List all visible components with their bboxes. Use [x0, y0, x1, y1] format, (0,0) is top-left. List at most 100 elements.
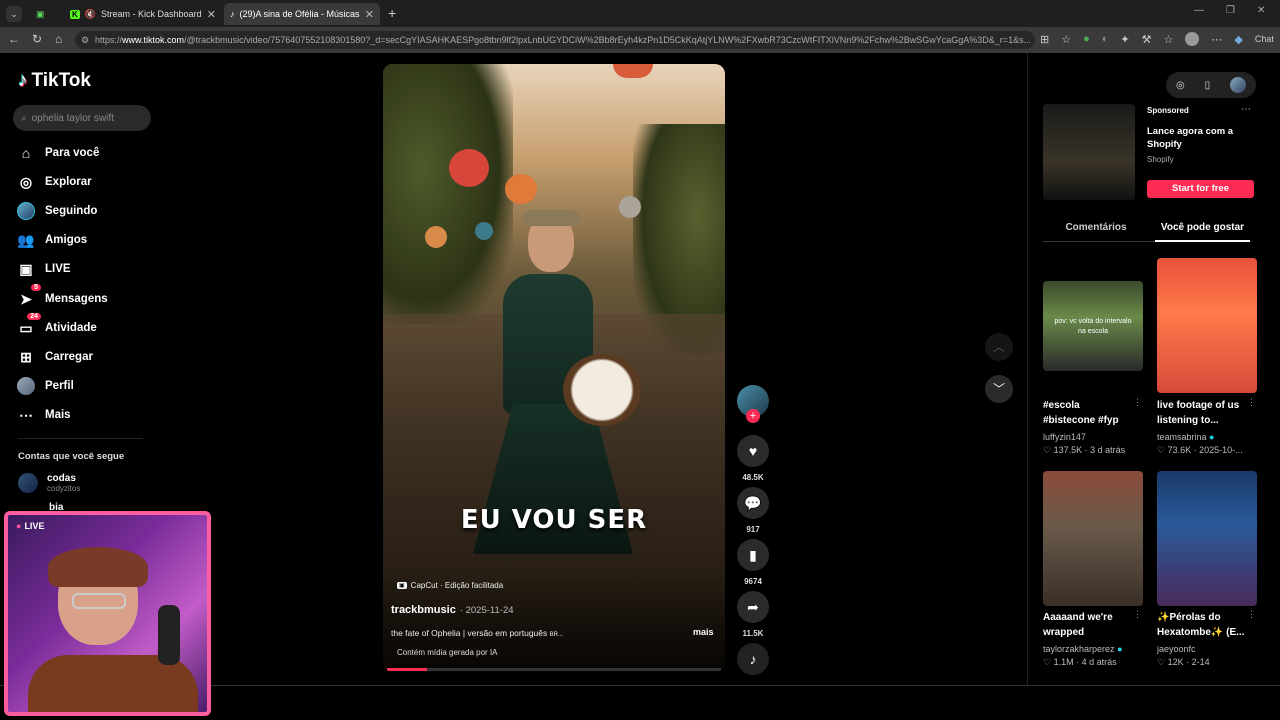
site-info-icon[interactable]: ⚙ — [81, 35, 89, 46]
top-right-controls: ◎ ▯ — [1166, 72, 1256, 98]
tiktok-logo[interactable]: ♪ TikTok — [18, 70, 91, 92]
extension-icon[interactable]: ● — [1083, 33, 1090, 45]
nav-label: Para você — [45, 147, 100, 159]
ad-cta-button[interactable]: Start for free — [1147, 180, 1254, 198]
nav-item-mensagens[interactable]: ➤ 5 Mensagens — [17, 284, 108, 310]
card-title[interactable]: ✨Pérolas do Hexatombe✨ (E... — [1157, 610, 1247, 640]
window-controls: — ❐ ✕ — [1194, 5, 1265, 16]
url-field[interactable]: ⚙ https://www.tiktok.com/@trackbmusic/vi… — [75, 31, 1035, 49]
new-tab-button[interactable]: + — [388, 5, 396, 21]
progress-track[interactable] — [387, 668, 721, 671]
lantern — [475, 222, 493, 240]
chat-button[interactable]: Chat — [1255, 34, 1274, 44]
card-stats: ♡ 137.5K · 3 d atrás — [1043, 445, 1125, 456]
tab-pinned[interactable]: ▣ — [30, 3, 60, 25]
webcam-overlay: ● LIVE — [4, 511, 211, 716]
menu-dots-icon[interactable]: ⋯ — [1211, 33, 1222, 46]
heart-icon: ♥ — [737, 435, 769, 467]
copilot-icon[interactable]: ◆ — [1234, 33, 1242, 46]
close-window-icon[interactable]: ✕ — [1257, 5, 1265, 16]
sound-disc-button[interactable]: ♪ — [737, 643, 769, 675]
favorites-icon[interactable]: ☆ — [1164, 33, 1174, 46]
tab-tiktok[interactable]: ♪ (29)A sina de Ofélia - Músicas de ✕ — [224, 3, 380, 25]
restore-icon[interactable]: ❐ — [1226, 5, 1235, 16]
lantern — [619, 196, 641, 218]
card-thumbnail[interactable] — [1043, 471, 1143, 606]
card-stats: ♡ 1.1M · 4 d atrás — [1043, 657, 1117, 668]
logo-text: TikTok — [31, 70, 91, 91]
card-stats-text: 73.6K · 2025-10-... — [1167, 445, 1243, 455]
ai-content-label: Contém mídia gerada por IA — [397, 648, 498, 657]
nav-item-mais[interactable]: ⋯ Mais — [17, 404, 71, 426]
share-button[interactable]: ➦ 11.5K — [737, 591, 769, 638]
nav-item-perfil[interactable]: Perfil — [17, 375, 74, 397]
card-title[interactable]: #escola #bistecone #fyp — [1043, 398, 1133, 428]
nav-label: Amigos — [45, 234, 88, 246]
card-user[interactable]: teamsabrina ● — [1157, 432, 1214, 442]
card-more-icon[interactable]: ⋮ — [1133, 397, 1142, 408]
card-user[interactable]: taylorzakharperez ● — [1043, 644, 1123, 654]
caption-more-button[interactable]: mais — [693, 627, 714, 637]
next-video-button[interactable]: ﹀ — [985, 375, 1013, 403]
extensions-puzzle-icon[interactable]: ⚒ — [1142, 33, 1152, 46]
bookmark-star-icon[interactable]: ☆ — [1061, 33, 1071, 46]
card-thumbnail[interactable]: pov: vc volta do intervalo na escola — [1043, 281, 1143, 371]
card-thumbnail[interactable] — [1157, 471, 1257, 606]
card-user[interactable]: jaeyoonfc — [1157, 644, 1196, 654]
profile-avatar[interactable] — [1185, 32, 1200, 46]
card-thumbnail[interactable] — [1157, 258, 1257, 393]
previous-video-button[interactable]: ︿ — [985, 333, 1013, 361]
kick-favicon-icon: K — [70, 9, 80, 19]
ad-more-icon[interactable]: ⋯ — [1241, 104, 1251, 115]
follow-plus-icon[interactable]: + — [746, 409, 760, 423]
card-title[interactable]: live footage of us listening to... — [1157, 398, 1247, 428]
card-title[interactable]: Aaaaand we're wrapped — [1043, 610, 1133, 640]
tab-kick[interactable]: K 🔇 Stream - Kick Dashboard ✕ — [64, 3, 222, 25]
chevron-down-icon: ﹀ — [992, 382, 1005, 396]
tab-comments[interactable]: Comentários — [1043, 222, 1149, 233]
compass-small-icon[interactable]: ◎ — [1176, 80, 1185, 91]
capcut-label: CapCut · Edição facilitada — [410, 581, 504, 590]
extension-icon[interactable]: ✦ — [1120, 33, 1129, 46]
live-indicator: ● LIVE — [16, 521, 44, 531]
search-input[interactable]: ⌕ ophelia taylor swift — [13, 105, 151, 131]
tab-you-may-like[interactable]: Você pode gostar — [1155, 222, 1250, 233]
video-author[interactable]: trackbmusic — [391, 604, 456, 616]
install-app-icon[interactable]: ⊞ — [1040, 33, 1049, 46]
sponsored-label: Sponsored — [1147, 106, 1189, 115]
user-avatar[interactable] — [1230, 77, 1247, 93]
minimize-icon[interactable]: — — [1194, 5, 1204, 16]
nav-item-explorar[interactable]: ◎ Explorar — [17, 171, 92, 193]
card-user[interactable]: luffyzin147 — [1043, 432, 1086, 442]
share-count: 11.5K — [742, 629, 764, 638]
close-tab-icon[interactable]: ✕ — [365, 8, 374, 21]
following-account[interactable]: codas codyzitos — [18, 473, 80, 493]
verified-icon: ● — [1209, 432, 1215, 442]
capcut-tag[interactable]: ▣ CapCut · Edição facilitada — [397, 581, 503, 590]
card-more-icon[interactable]: ⋮ — [1133, 609, 1142, 620]
close-tab-icon[interactable]: ✕ — [207, 8, 216, 21]
like-button[interactable]: ♥ 48.5K — [737, 435, 769, 482]
mute-icon: 🔇 — [84, 8, 96, 19]
card-more-icon[interactable]: ⋮ — [1247, 397, 1256, 408]
creator-avatar-button[interactable]: + — [737, 385, 769, 423]
tab-list-button[interactable]: ⌄ — [6, 6, 22, 22]
nav-item-seguindo[interactable]: Seguindo — [17, 200, 97, 222]
card-more-icon[interactable]: ⋮ — [1247, 609, 1256, 620]
extension-icon[interactable]: ◐ — [1102, 33, 1109, 45]
card-stats-text: 1.1M · 4 d atrás — [1053, 657, 1117, 667]
comment-button[interactable]: 💬 917 — [737, 487, 769, 534]
back-icon[interactable]: ← — [8, 32, 20, 46]
phone-icon[interactable]: ▯ — [1205, 80, 1211, 91]
save-button[interactable]: ▮ 9674 — [737, 539, 769, 586]
video-player[interactable]: ▣ CapCut · Edição facilitada trackbmusic… — [383, 64, 725, 672]
nav-item-live[interactable]: ▣ LIVE — [17, 258, 70, 280]
reload-icon[interactable]: ↻ — [32, 32, 42, 46]
ad-brand: Shopify — [1147, 155, 1174, 164]
nav-item-amigos[interactable]: 👥 Amigos — [17, 229, 87, 251]
nav-item-carregar[interactable]: ⊞ Carregar — [17, 346, 93, 368]
home-browser-icon[interactable]: ⌂ — [55, 32, 62, 46]
nav-item-para-voce[interactable]: ⌂ Para você — [17, 142, 100, 164]
ad-thumbnail[interactable] — [1043, 104, 1135, 200]
nav-item-atividade[interactable]: ▭ 24 Atividade — [17, 313, 97, 339]
